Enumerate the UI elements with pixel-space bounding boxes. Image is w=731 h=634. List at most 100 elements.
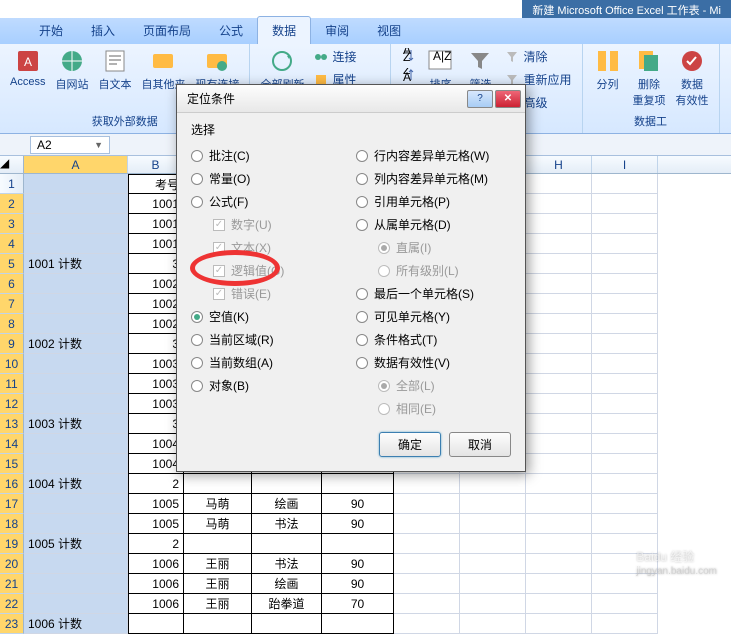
cell[interactable]	[394, 574, 460, 594]
radio-row-diff[interactable]	[356, 150, 368, 162]
cell[interactable]: 90	[322, 514, 394, 534]
sort-za-button[interactable]: ZA	[397, 66, 419, 84]
cell[interactable]	[526, 294, 592, 314]
cell[interactable]	[252, 614, 322, 634]
row-header[interactable]: 22	[0, 594, 24, 614]
cell[interactable]: 绘画	[252, 494, 322, 514]
cell[interactable]	[394, 494, 460, 514]
cell[interactable]	[592, 514, 658, 534]
cell[interactable]	[460, 494, 526, 514]
cell[interactable]	[592, 474, 658, 494]
row-header[interactable]: 11	[0, 374, 24, 394]
cell[interactable]	[526, 314, 592, 334]
cell[interactable]	[592, 574, 658, 594]
radio-visible[interactable]	[356, 311, 368, 323]
cell[interactable]	[526, 334, 592, 354]
cell[interactable]: 70	[322, 594, 394, 614]
row-header[interactable]: 5	[0, 254, 24, 274]
cell[interactable]	[184, 474, 252, 494]
cell[interactable]	[526, 174, 592, 194]
cell[interactable]	[592, 274, 658, 294]
ok-button[interactable]: 确定	[379, 432, 441, 457]
radio-comments[interactable]	[191, 150, 203, 162]
close-button[interactable]: ✕	[495, 90, 521, 108]
radio-blanks[interactable]	[191, 311, 203, 323]
cell[interactable]	[526, 434, 592, 454]
cell[interactable]	[526, 274, 592, 294]
cell[interactable]	[526, 514, 592, 534]
text-to-columns-button[interactable]: 分列	[589, 46, 627, 94]
cell[interactable]: 跆拳道	[252, 594, 322, 614]
row-header[interactable]: 15	[0, 454, 24, 474]
radio-current-array[interactable]	[191, 357, 203, 369]
cell[interactable]	[394, 554, 460, 574]
cell[interactable]	[526, 574, 592, 594]
tab-review[interactable]: 审阅	[311, 17, 363, 44]
chevron-down-icon[interactable]: ▼	[94, 140, 103, 150]
tab-layout[interactable]: 页面布局	[129, 17, 205, 44]
row-header[interactable]: 6	[0, 274, 24, 294]
radio-dependents[interactable]	[356, 219, 368, 231]
cell[interactable]: 马萌	[184, 494, 252, 514]
cell[interactable]: 90	[322, 494, 394, 514]
cell[interactable]	[24, 354, 128, 374]
connections-button[interactable]: 连接	[310, 46, 384, 67]
help-button[interactable]: ?	[467, 90, 493, 108]
row-header[interactable]: 4	[0, 234, 24, 254]
cell[interactable]	[592, 374, 658, 394]
select-all-corner[interactable]: ◢	[0, 156, 24, 173]
row-header[interactable]: 7	[0, 294, 24, 314]
cell[interactable]	[592, 254, 658, 274]
radio-cond-format[interactable]	[356, 334, 368, 346]
cell[interactable]	[24, 514, 128, 534]
from-text-button[interactable]: 自文本	[94, 46, 135, 94]
cell[interactable]	[526, 414, 592, 434]
cell[interactable]: 王丽	[184, 554, 252, 574]
from-web-button[interactable]: 自网站	[51, 46, 92, 94]
cell[interactable]: 2	[128, 534, 184, 554]
cell[interactable]: 1004 计数	[24, 474, 128, 494]
row-header[interactable]: 17	[0, 494, 24, 514]
cell[interactable]	[460, 514, 526, 534]
row-header[interactable]: 13	[0, 414, 24, 434]
cell[interactable]: 90	[322, 554, 394, 574]
cell[interactable]: 1003 计数	[24, 414, 128, 434]
from-access-button[interactable]: AAccess	[6, 46, 49, 90]
column-header-H[interactable]: H	[526, 156, 592, 173]
cell[interactable]: 2	[128, 474, 184, 494]
cell[interactable]	[322, 534, 394, 554]
cell[interactable]	[394, 594, 460, 614]
cell[interactable]: 1001 计数	[24, 254, 128, 274]
cell[interactable]	[592, 434, 658, 454]
cell[interactable]	[252, 474, 322, 494]
radio-objects[interactable]	[191, 380, 203, 392]
cell[interactable]	[526, 494, 592, 514]
cell[interactable]	[24, 234, 128, 254]
cell[interactable]: 书法	[252, 554, 322, 574]
cell[interactable]	[394, 534, 460, 554]
cell[interactable]: 1006 计数	[24, 614, 128, 634]
cell[interactable]	[592, 354, 658, 374]
cell[interactable]	[24, 294, 128, 314]
row-header[interactable]: 9	[0, 334, 24, 354]
cell[interactable]	[24, 314, 128, 334]
cell[interactable]	[592, 174, 658, 194]
cell[interactable]: 绘画	[252, 574, 322, 594]
cell[interactable]: 90	[322, 574, 394, 594]
row-header[interactable]: 21	[0, 574, 24, 594]
cell[interactable]	[460, 574, 526, 594]
remove-duplicates-button[interactable]: 删除 重复项	[629, 46, 670, 110]
radio-constants[interactable]	[191, 173, 203, 185]
cell[interactable]	[24, 174, 128, 194]
cell[interactable]	[592, 194, 658, 214]
cell[interactable]: 书法	[252, 514, 322, 534]
dialog-titlebar[interactable]: 定位条件 ? ✕	[177, 85, 525, 113]
sort-az-button[interactable]: AZ	[397, 46, 419, 64]
cell[interactable]	[592, 594, 658, 614]
cell[interactable]	[526, 594, 592, 614]
cell[interactable]	[460, 554, 526, 574]
tab-view[interactable]: 视图	[363, 17, 415, 44]
data-validation-button[interactable]: 数据 有效性	[672, 46, 713, 110]
radio-last-cell[interactable]	[356, 288, 368, 300]
cell[interactable]	[24, 274, 128, 294]
